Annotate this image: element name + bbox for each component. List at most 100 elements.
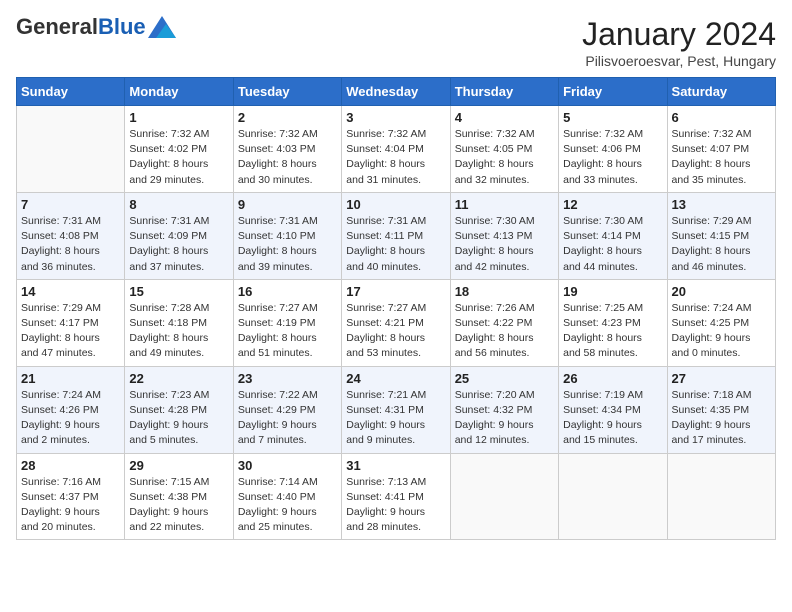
calendar-cell: 8Sunrise: 7:31 AM Sunset: 4:09 PM Daylig… — [125, 192, 233, 279]
day-info: Sunrise: 7:13 AM Sunset: 4:41 PM Dayligh… — [346, 475, 445, 536]
day-header-saturday: Saturday — [667, 78, 775, 106]
day-info: Sunrise: 7:24 AM Sunset: 4:26 PM Dayligh… — [21, 388, 120, 449]
day-header-monday: Monday — [125, 78, 233, 106]
day-number: 19 — [563, 284, 662, 299]
day-info: Sunrise: 7:24 AM Sunset: 4:25 PM Dayligh… — [672, 301, 771, 362]
day-number: 30 — [238, 458, 337, 473]
day-info: Sunrise: 7:18 AM Sunset: 4:35 PM Dayligh… — [672, 388, 771, 449]
calendar-cell: 30 Sunrise: 7:14 AM Sunset: 4:40 PM Dayli… — [233, 453, 341, 540]
day-header-tuesday: Tuesday — [233, 78, 341, 106]
logo: GeneralBlue — [16, 16, 176, 38]
day-info: Sunrise: 7:26 AM Sunset: 4:22 PM Dayligh… — [455, 301, 554, 362]
calendar-cell: 22Sunrise: 7:23 AM Sunset: 4:28 PM Dayli… — [125, 366, 233, 453]
day-header-sunday: Sunday — [17, 78, 125, 106]
calendar-cell: 5 Sunrise: 7:32 AM Sunset: 4:06 PM Daylig… — [559, 106, 667, 193]
day-number: 7 — [21, 197, 120, 212]
day-info: Sunrise: 7:20 AM Sunset: 4:32 PM Dayligh… — [455, 388, 554, 449]
day-info: Sunrise: 7:31 AM Sunset: 4:08 PM Dayligh… — [21, 214, 120, 275]
day-number: 10 — [346, 197, 445, 212]
calendar-cell: 17 Sunrise: 7:27 AM Sunset: 4:21 PM Dayli… — [342, 279, 450, 366]
day-info: Sunrise: 7:27 AM Sunset: 4:21 PM Dayligh… — [346, 301, 445, 362]
month-title: January 2024 — [582, 16, 776, 53]
calendar-week-row: 28 Sunrise: 7:16 AM Sunset: 4:37 PM Dayli… — [17, 453, 776, 540]
calendar-cell: 7 Sunrise: 7:31 AM Sunset: 4:08 PM Daylig… — [17, 192, 125, 279]
calendar-cell: 12Sunrise: 7:30 AM Sunset: 4:14 PM Dayli… — [559, 192, 667, 279]
logo-icon — [148, 16, 176, 38]
day-number: 3 — [346, 110, 445, 125]
calendar-cell: 4Sunrise: 7:32 AM Sunset: 4:05 PM Daylig… — [450, 106, 558, 193]
day-info: Sunrise: 7:31 AM Sunset: 4:09 PM Dayligh… — [129, 214, 228, 275]
calendar-cell: 14 Sunrise: 7:29 AM Sunset: 4:17 PM Dayli… — [17, 279, 125, 366]
logo-general: GeneralBlue — [16, 16, 146, 38]
calendar-cell: 27 Sunrise: 7:18 AM Sunset: 4:35 PM Dayli… — [667, 366, 775, 453]
day-header-friday: Friday — [559, 78, 667, 106]
day-number: 31 — [346, 458, 445, 473]
calendar-cell: 6Sunrise: 7:32 AM Sunset: 4:07 PM Daylig… — [667, 106, 775, 193]
day-info: Sunrise: 7:21 AM Sunset: 4:31 PM Dayligh… — [346, 388, 445, 449]
day-number: 24 — [346, 371, 445, 386]
day-header-wednesday: Wednesday — [342, 78, 450, 106]
day-number: 28 — [21, 458, 120, 473]
calendar-cell: 20 Sunrise: 7:24 AM Sunset: 4:25 PM Dayli… — [667, 279, 775, 366]
day-number: 15 — [129, 284, 228, 299]
day-info: Sunrise: 7:31 AM Sunset: 4:10 PM Dayligh… — [238, 214, 337, 275]
day-info: Sunrise: 7:32 AM Sunset: 4:07 PM Dayligh… — [672, 127, 771, 188]
day-number: 21 — [21, 371, 120, 386]
calendar-cell — [559, 453, 667, 540]
calendar-cell: 13Sunrise: 7:29 AM Sunset: 4:15 PM Dayli… — [667, 192, 775, 279]
day-info: Sunrise: 7:32 AM Sunset: 4:06 PM Dayligh… — [563, 127, 662, 188]
day-number: 20 — [672, 284, 771, 299]
calendar-week-row: 7 Sunrise: 7:31 AM Sunset: 4:08 PM Daylig… — [17, 192, 776, 279]
calendar-week-row: 1 Sunrise: 7:32 AM Sunset: 4:02 PM Daylig… — [17, 106, 776, 193]
calendar-cell — [450, 453, 558, 540]
day-number: 13 — [672, 197, 771, 212]
day-info: Sunrise: 7:30 AM Sunset: 4:13 PM Dayligh… — [455, 214, 554, 275]
day-info: Sunrise: 7:14 AM Sunset: 4:40 PM Dayligh… — [238, 475, 337, 536]
page-header: GeneralBlue January 2024 Pilisvoeroesvar… — [16, 16, 776, 69]
calendar-cell: 29Sunrise: 7:15 AM Sunset: 4:38 PM Dayli… — [125, 453, 233, 540]
calendar-cell — [17, 106, 125, 193]
day-number: 26 — [563, 371, 662, 386]
day-number: 2 — [238, 110, 337, 125]
calendar-cell: 1 Sunrise: 7:32 AM Sunset: 4:02 PM Daylig… — [125, 106, 233, 193]
calendar-cell: 3Sunrise: 7:32 AM Sunset: 4:04 PM Daylig… — [342, 106, 450, 193]
calendar-cell: 2 Sunrise: 7:32 AM Sunset: 4:03 PM Daylig… — [233, 106, 341, 193]
day-number: 16 — [238, 284, 337, 299]
calendar-table: SundayMondayTuesdayWednesdayThursdayFrid… — [16, 77, 776, 540]
title-block: January 2024 Pilisvoeroesvar, Pest, Hung… — [582, 16, 776, 69]
calendar-cell — [667, 453, 775, 540]
day-number: 1 — [129, 110, 228, 125]
day-info: Sunrise: 7:25 AM Sunset: 4:23 PM Dayligh… — [563, 301, 662, 362]
calendar-cell: 31 Sunrise: 7:13 AM Sunset: 4:41 PM Dayli… — [342, 453, 450, 540]
calendar-cell: 28 Sunrise: 7:16 AM Sunset: 4:37 PM Dayli… — [17, 453, 125, 540]
day-info: Sunrise: 7:31 AM Sunset: 4:11 PM Dayligh… — [346, 214, 445, 275]
day-number: 18 — [455, 284, 554, 299]
day-info: Sunrise: 7:27 AM Sunset: 4:19 PM Dayligh… — [238, 301, 337, 362]
calendar-week-row: 14 Sunrise: 7:29 AM Sunset: 4:17 PM Dayli… — [17, 279, 776, 366]
day-info: Sunrise: 7:32 AM Sunset: 4:03 PM Dayligh… — [238, 127, 337, 188]
location-subtitle: Pilisvoeroesvar, Pest, Hungary — [582, 53, 776, 69]
day-number: 5 — [563, 110, 662, 125]
day-number: 23 — [238, 371, 337, 386]
day-number: 12 — [563, 197, 662, 212]
calendar-cell: 26 Sunrise: 7:19 AM Sunset: 4:34 PM Dayli… — [559, 366, 667, 453]
calendar-cell: 19 Sunrise: 7:25 AM Sunset: 4:23 PM Dayli… — [559, 279, 667, 366]
day-number: 11 — [455, 197, 554, 212]
calendar-cell: 25 Sunrise: 7:20 AM Sunset: 4:32 PM Dayli… — [450, 366, 558, 453]
calendar-header-row: SundayMondayTuesdayWednesdayThursdayFrid… — [17, 78, 776, 106]
day-number: 27 — [672, 371, 771, 386]
calendar-cell: 23Sunrise: 7:22 AM Sunset: 4:29 PM Dayli… — [233, 366, 341, 453]
day-number: 25 — [455, 371, 554, 386]
day-info: Sunrise: 7:32 AM Sunset: 4:02 PM Dayligh… — [129, 127, 228, 188]
calendar-cell: 10 Sunrise: 7:31 AM Sunset: 4:11 PM Dayli… — [342, 192, 450, 279]
day-number: 14 — [21, 284, 120, 299]
day-info: Sunrise: 7:15 AM Sunset: 4:38 PM Dayligh… — [129, 475, 228, 536]
day-info: Sunrise: 7:16 AM Sunset: 4:37 PM Dayligh… — [21, 475, 120, 536]
day-header-thursday: Thursday — [450, 78, 558, 106]
day-info: Sunrise: 7:19 AM Sunset: 4:34 PM Dayligh… — [563, 388, 662, 449]
calendar-cell: 15Sunrise: 7:28 AM Sunset: 4:18 PM Dayli… — [125, 279, 233, 366]
day-number: 4 — [455, 110, 554, 125]
day-info: Sunrise: 7:29 AM Sunset: 4:17 PM Dayligh… — [21, 301, 120, 362]
calendar-cell: 16 Sunrise: 7:27 AM Sunset: 4:19 PM Dayli… — [233, 279, 341, 366]
day-number: 17 — [346, 284, 445, 299]
